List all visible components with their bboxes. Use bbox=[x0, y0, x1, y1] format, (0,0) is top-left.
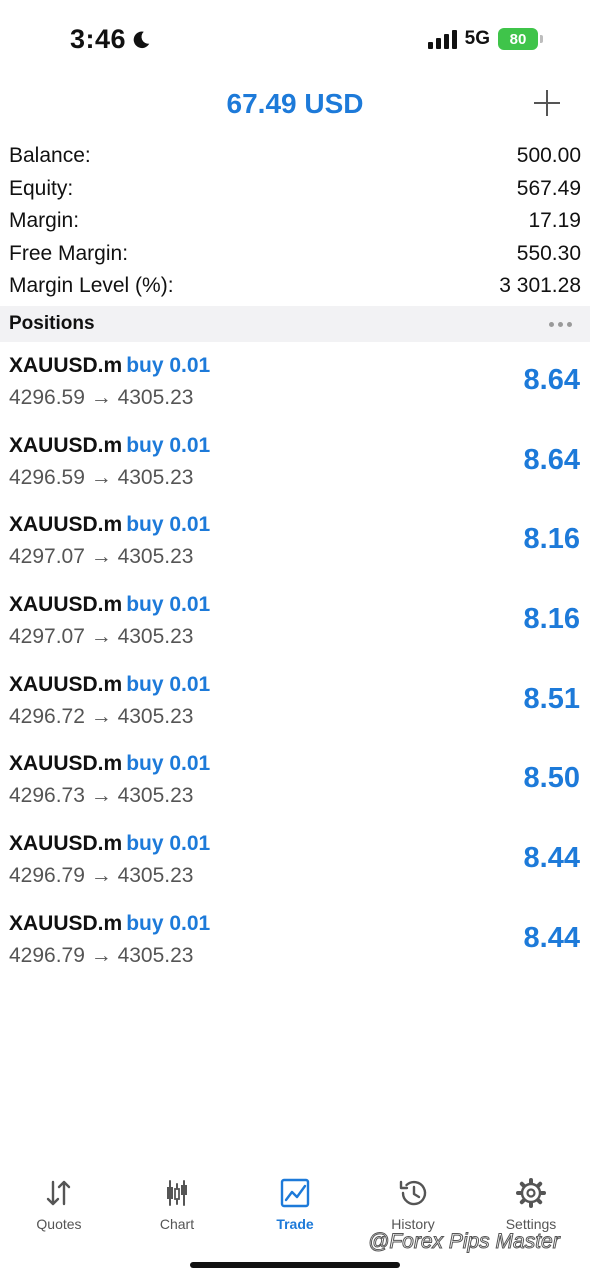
position-symbol: XAUUSD.m bbox=[9, 354, 123, 377]
balance-value: 500.00 bbox=[516, 144, 581, 168]
balance-label: Balance: bbox=[9, 144, 91, 168]
position-row[interactable]: XAUUSD.m buy 0.01 4296.79 → 4305.23 8.44 bbox=[0, 902, 590, 982]
tab-trade[interactable]: Trade bbox=[236, 1170, 354, 1240]
trade-icon bbox=[280, 1178, 310, 1208]
position-prices: 4296.73 → 4305.23 bbox=[9, 784, 194, 808]
position-side: buy 0.01 bbox=[126, 433, 211, 457]
position-row[interactable]: XAUUSD.m buy 0.01 4296.59 → 4305.23 8.64 bbox=[0, 344, 590, 424]
position-prices: 4297.07 → 4305.23 bbox=[9, 625, 194, 649]
moon-icon bbox=[133, 31, 150, 48]
header: 67.49 USD bbox=[0, 80, 590, 130]
margin-level-value: 3 301.28 bbox=[499, 274, 581, 298]
positions-section-header: Positions bbox=[0, 306, 590, 342]
position-symbol: XAUUSD.m bbox=[9, 832, 123, 856]
position-profit: 8.16 bbox=[523, 603, 580, 636]
quotes-icon bbox=[46, 1180, 71, 1206]
position-row[interactable]: XAUUSD.m buy 0.01 4296.59 → 4305.23 8.64 bbox=[0, 424, 590, 504]
position-side: buy 0.01 bbox=[126, 593, 211, 617]
tab-quotes[interactable]: Quotes bbox=[0, 1170, 118, 1240]
position-profit: 8.64 bbox=[523, 364, 580, 396]
positions-title: Positions bbox=[9, 313, 95, 334]
position-side: buy 0.01 bbox=[126, 354, 211, 377]
battery-icon: 80 bbox=[498, 28, 543, 50]
chart-icon bbox=[167, 1180, 187, 1206]
position-prices: 4296.59 → 4305.23 bbox=[9, 386, 194, 409]
free-margin-value: 550.30 bbox=[516, 241, 581, 265]
summary-row-balance: Balance: 500.00 bbox=[0, 140, 590, 173]
position-prices: 4296.59 → 4305.23 bbox=[9, 465, 194, 489]
position-row[interactable]: XAUUSD.m buy 0.01 4296.79 → 4305.23 8.44 bbox=[0, 822, 590, 902]
summary-row-free-margin: Free Margin: 550.30 bbox=[0, 238, 590, 271]
position-profit: 8.50 bbox=[523, 762, 580, 795]
position-profit: 8.16 bbox=[523, 523, 580, 556]
position-side: buy 0.01 bbox=[126, 832, 211, 856]
home-indicator[interactable] bbox=[190, 1262, 400, 1268]
position-symbol: XAUUSD.m bbox=[9, 752, 123, 776]
position-side: buy 0.01 bbox=[126, 911, 211, 935]
tab-chart-label: Chart bbox=[159, 1216, 195, 1232]
position-prices: 4296.72 → 4305.23 bbox=[9, 704, 194, 728]
position-side: buy 0.01 bbox=[126, 513, 211, 537]
position-profit: 8.64 bbox=[523, 443, 580, 476]
position-symbol: XAUUSD.m bbox=[9, 593, 123, 617]
position-prices: 4296.79 → 4305.23 bbox=[9, 864, 194, 888]
position-profit: 8.51 bbox=[523, 682, 580, 715]
more-options-icon[interactable] bbox=[549, 321, 572, 327]
position-row[interactable]: XAUUSD.m buy 0.01 4297.07 → 4305.23 8.16 bbox=[0, 503, 590, 583]
free-margin-label: Free Margin: bbox=[9, 241, 129, 265]
cellular-signal-icon bbox=[427, 29, 457, 49]
position-side: buy 0.01 bbox=[126, 752, 211, 776]
status-time: 3:46 bbox=[70, 24, 152, 55]
margin-level-label: Margin Level (%): bbox=[9, 274, 174, 298]
tab-trade-label: Trade bbox=[276, 1216, 314, 1232]
position-prices: 4296.79 → 4305.23 bbox=[9, 943, 194, 967]
equity-label: Equity: bbox=[9, 176, 74, 200]
margin-label: Margin: bbox=[9, 209, 80, 233]
add-order-button[interactable] bbox=[532, 88, 562, 118]
position-symbol: XAUUSD.m bbox=[9, 911, 123, 935]
profit-total: 67.49 USD bbox=[226, 88, 364, 119]
battery-level: 80 bbox=[509, 30, 527, 48]
position-row[interactable]: XAUUSD.m buy 0.01 4296.73 → 4305.23 8.50 bbox=[0, 742, 590, 822]
tab-quotes-label: Quotes bbox=[36, 1216, 82, 1232]
position-row[interactable]: XAUUSD.m buy 0.01 4297.07 → 4305.23 8.16 bbox=[0, 583, 590, 663]
network-type: 5G bbox=[464, 28, 490, 49]
position-profit: 8.44 bbox=[523, 842, 580, 875]
positions-list: XAUUSD.m buy 0.01 4296.59 → 4305.23 8.64 … bbox=[0, 344, 590, 982]
watermark: @Forex Pips Master bbox=[368, 1230, 561, 1254]
position-symbol: XAUUSD.m bbox=[9, 513, 123, 537]
time-text: 3:46 bbox=[70, 24, 127, 54]
position-side: buy 0.01 bbox=[126, 672, 211, 696]
position-profit: 8.44 bbox=[523, 921, 580, 954]
summary-row-margin-level: Margin Level (%): 3 301.28 bbox=[0, 270, 590, 303]
account-summary: Balance: 500.00 Equity: 567.49 Margin: 1… bbox=[0, 140, 590, 303]
status-indicators: 5G 80 bbox=[427, 28, 543, 50]
history-icon bbox=[399, 1180, 427, 1206]
position-row[interactable]: XAUUSD.m buy 0.01 4296.72 → 4305.23 8.51 bbox=[0, 663, 590, 743]
position-prices: 4297.07 → 4305.23 bbox=[9, 545, 194, 569]
equity-value: 567.49 bbox=[516, 176, 581, 200]
status-bar: 3:46 5G 80 bbox=[0, 0, 590, 80]
summary-row-equity: Equity: 567.49 bbox=[0, 173, 590, 206]
position-symbol: XAUUSD.m bbox=[9, 433, 123, 457]
position-symbol: XAUUSD.m bbox=[9, 672, 123, 696]
tab-chart[interactable]: Chart bbox=[118, 1170, 236, 1240]
margin-value: 17.19 bbox=[528, 209, 581, 233]
settings-icon bbox=[516, 1178, 546, 1208]
summary-row-margin: Margin: 17.19 bbox=[0, 205, 590, 238]
